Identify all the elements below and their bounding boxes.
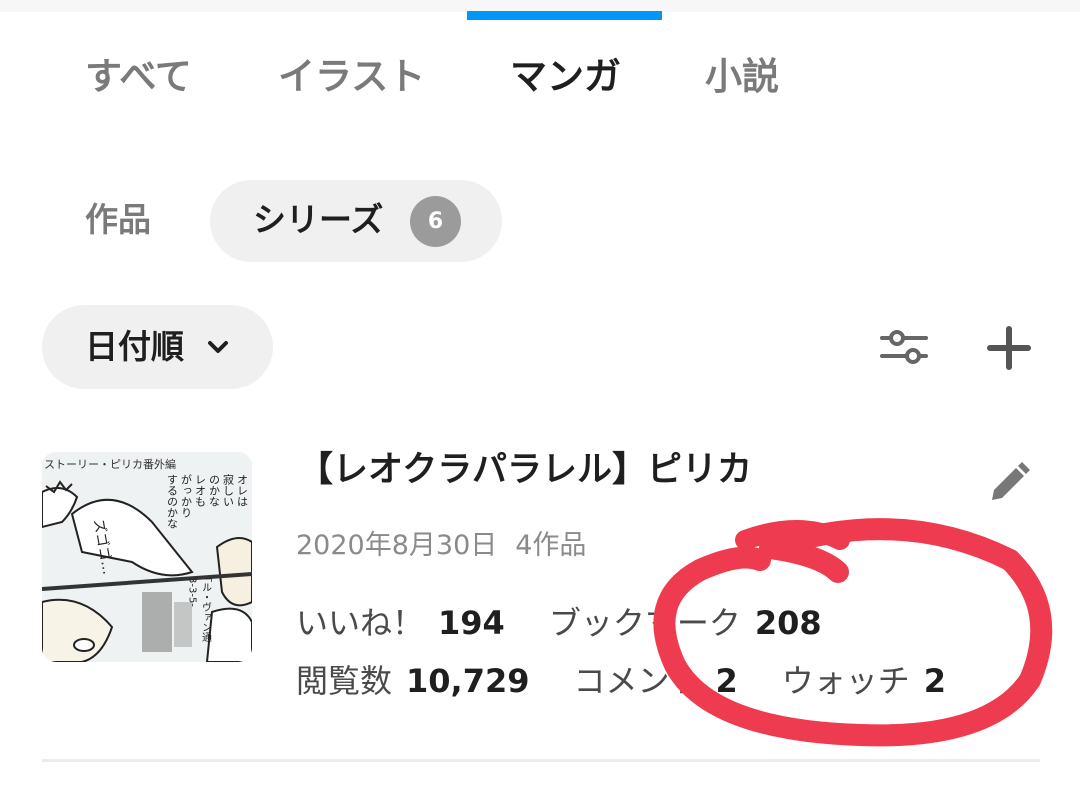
series-date: 2020年8月30日 xyxy=(296,530,498,561)
tab-all[interactable]: すべて xyxy=(85,52,192,102)
tab-manga[interactable]: マンガ xyxy=(510,52,621,102)
subtab-series-label: シリーズ xyxy=(253,200,384,239)
watch-label: ウォッチ xyxy=(781,662,910,700)
tab-novel[interactable]: 小説 xyxy=(705,52,779,102)
sliders-icon[interactable] xyxy=(876,324,932,370)
views-value: 10,729 xyxy=(406,662,530,700)
sort-dropdown[interactable]: 日付順 xyxy=(42,305,273,389)
views-label: 閲覧数 xyxy=(296,662,393,700)
tab-illustration[interactable]: イラスト xyxy=(278,52,425,102)
comments-value: 2 xyxy=(715,662,738,700)
comments-label: コメント xyxy=(573,662,702,700)
thumb-line: がっかり xyxy=(180,474,193,518)
watch-value: 2 xyxy=(923,662,947,700)
plus-icon[interactable] xyxy=(984,323,1034,373)
thumb-line: するのかな xyxy=(166,474,179,529)
thumb-caption: ストーリー・ピリカ番外編 xyxy=(44,457,176,471)
list-divider xyxy=(42,759,1040,762)
series-thumbnail[interactable]: ストーリー・ピリカ番外編 ズゴゴ… オレは 寂しい のかな レオも がっかり す… xyxy=(42,452,252,662)
series-count-badge: 6 xyxy=(410,196,461,247)
thumb-line: のかな xyxy=(208,474,221,507)
series-title[interactable]: 【レオクラパラレル】ピリカ xyxy=(298,444,752,496)
active-tab-indicator xyxy=(467,11,662,20)
sort-label: 日付順 xyxy=(85,327,184,366)
thumb-line: オレは xyxy=(236,474,249,507)
series-work-count: 4作品 xyxy=(515,530,587,561)
likes-label: いいね！ xyxy=(296,604,425,642)
bookmarks-value: 208 xyxy=(754,604,822,642)
stats-row-2: 閲覧数 10,729 コメント 2 ウォッチ 2 xyxy=(296,656,946,706)
likes-value: 194 xyxy=(438,604,505,642)
subtab-works[interactable]: 作品 xyxy=(85,196,151,244)
thumb-panel-num: 3-3-5- xyxy=(187,577,198,607)
manga-thumbnail-art: ストーリー・ピリカ番外編 ズゴゴ… オレは 寂しい のかな レオも がっかり す… xyxy=(42,452,252,662)
category-tabs: すべて イラスト マンガ 小説 xyxy=(0,52,1080,108)
pencil-icon[interactable] xyxy=(986,460,1032,506)
chevron-down-icon xyxy=(208,341,228,353)
series-meta: 2020年8月30日 4作品 xyxy=(296,525,586,567)
thumb-line: レオも xyxy=(194,474,207,507)
bookmarks-label: ブックマーク xyxy=(548,604,741,642)
thumb-panel-text: 「ル・ヴァン通 xyxy=(200,572,212,642)
stats-row-1: いいね！ 194 ブックマーク 208 xyxy=(296,598,822,648)
thumb-line: 寂しい xyxy=(222,473,235,507)
